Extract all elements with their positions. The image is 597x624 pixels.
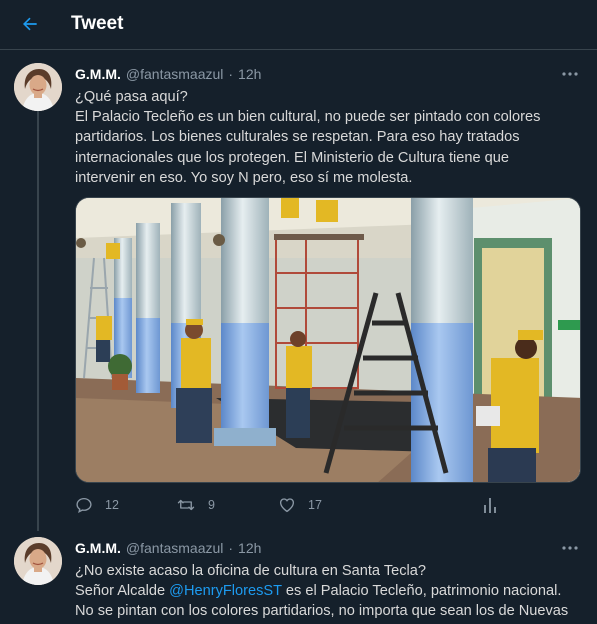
tweet-timestamp[interactable]: 12h: [238, 540, 261, 556]
tweet-photo[interactable]: [75, 197, 581, 483]
tweet-header: G.M.M. @fantasmaazul · 12h: [75, 64, 261, 84]
page-title: Tweet: [71, 13, 124, 34]
tweet-text: ¿Qué pasa aquí? El Palacio Tecleño es un…: [75, 87, 585, 188]
back-button[interactable]: [14, 8, 46, 40]
more-horizontal-icon: [562, 546, 578, 550]
mention-link[interactable]: @HenryFloresST: [169, 583, 282, 599]
retweet-icon: [177, 499, 195, 511]
tweet-text-line: internacionales que los protegen. El Min…: [75, 149, 510, 166]
tweet-text-line: ¿Qué pasa aquí?: [75, 89, 188, 105]
display-name[interactable]: G.M.M.: [75, 540, 121, 556]
thread-connector-line: [37, 111, 39, 531]
tweet-actions: 12 9 17: [75, 494, 505, 516]
display-name[interactable]: G.M.M.: [75, 66, 121, 82]
arrow-left-icon: [23, 17, 37, 31]
separator-dot: ·: [228, 66, 234, 82]
tweet-text-line: Señor Alcalde @HenryFloresST es el Palac…: [75, 581, 585, 601]
text-fragment: es el Palacio Tecleño, patrimonio nacion…: [281, 583, 562, 600]
tweet-text-line: No se pintan con los colores partidarios…: [75, 603, 569, 620]
tweet-text-line: partidarios. Los bienes culturales se re…: [75, 129, 520, 146]
retweet-count: 9: [208, 498, 215, 512]
reply-button[interactable]: 12: [75, 494, 119, 516]
avatar[interactable]: [14, 63, 62, 111]
reply-count: 12: [105, 498, 119, 512]
retweet-button[interactable]: 9: [176, 494, 215, 516]
analytics-button[interactable]: [482, 494, 498, 516]
reply-icon: [76, 497, 92, 514]
text-fragment: Señor Alcalde: [75, 583, 170, 600]
tweet-text-line: intervenir en eso. Yo soy N pero, eso sí…: [75, 169, 413, 186]
top-bar: Tweet: [0, 0, 597, 50]
like-count: 17: [308, 498, 322, 512]
separator-dot: ·: [228, 540, 234, 556]
tweet-timestamp[interactable]: 12h: [238, 66, 261, 82]
analytics-icon: [484, 498, 496, 513]
more-options-button[interactable]: [559, 64, 581, 84]
tweet-text: ¿No existe acaso la oficina de cultura e…: [75, 561, 585, 622]
tweet-text-line: El Palacio Tecleño es un bien cultural, …: [75, 109, 541, 126]
user-handle[interactable]: @fantasmaazul: [126, 540, 223, 556]
tweet-text-line: ¿No existe acaso la oficina de cultura e…: [75, 563, 426, 579]
user-handle[interactable]: @fantasmaazul: [126, 66, 223, 82]
like-button[interactable]: 17: [278, 494, 322, 516]
more-options-button[interactable]: [559, 538, 581, 558]
avatar[interactable]: [14, 537, 62, 585]
heart-icon: [279, 498, 295, 513]
tweet-header: G.M.M. @fantasmaazul · 12h: [75, 538, 261, 558]
more-horizontal-icon: [562, 72, 578, 76]
